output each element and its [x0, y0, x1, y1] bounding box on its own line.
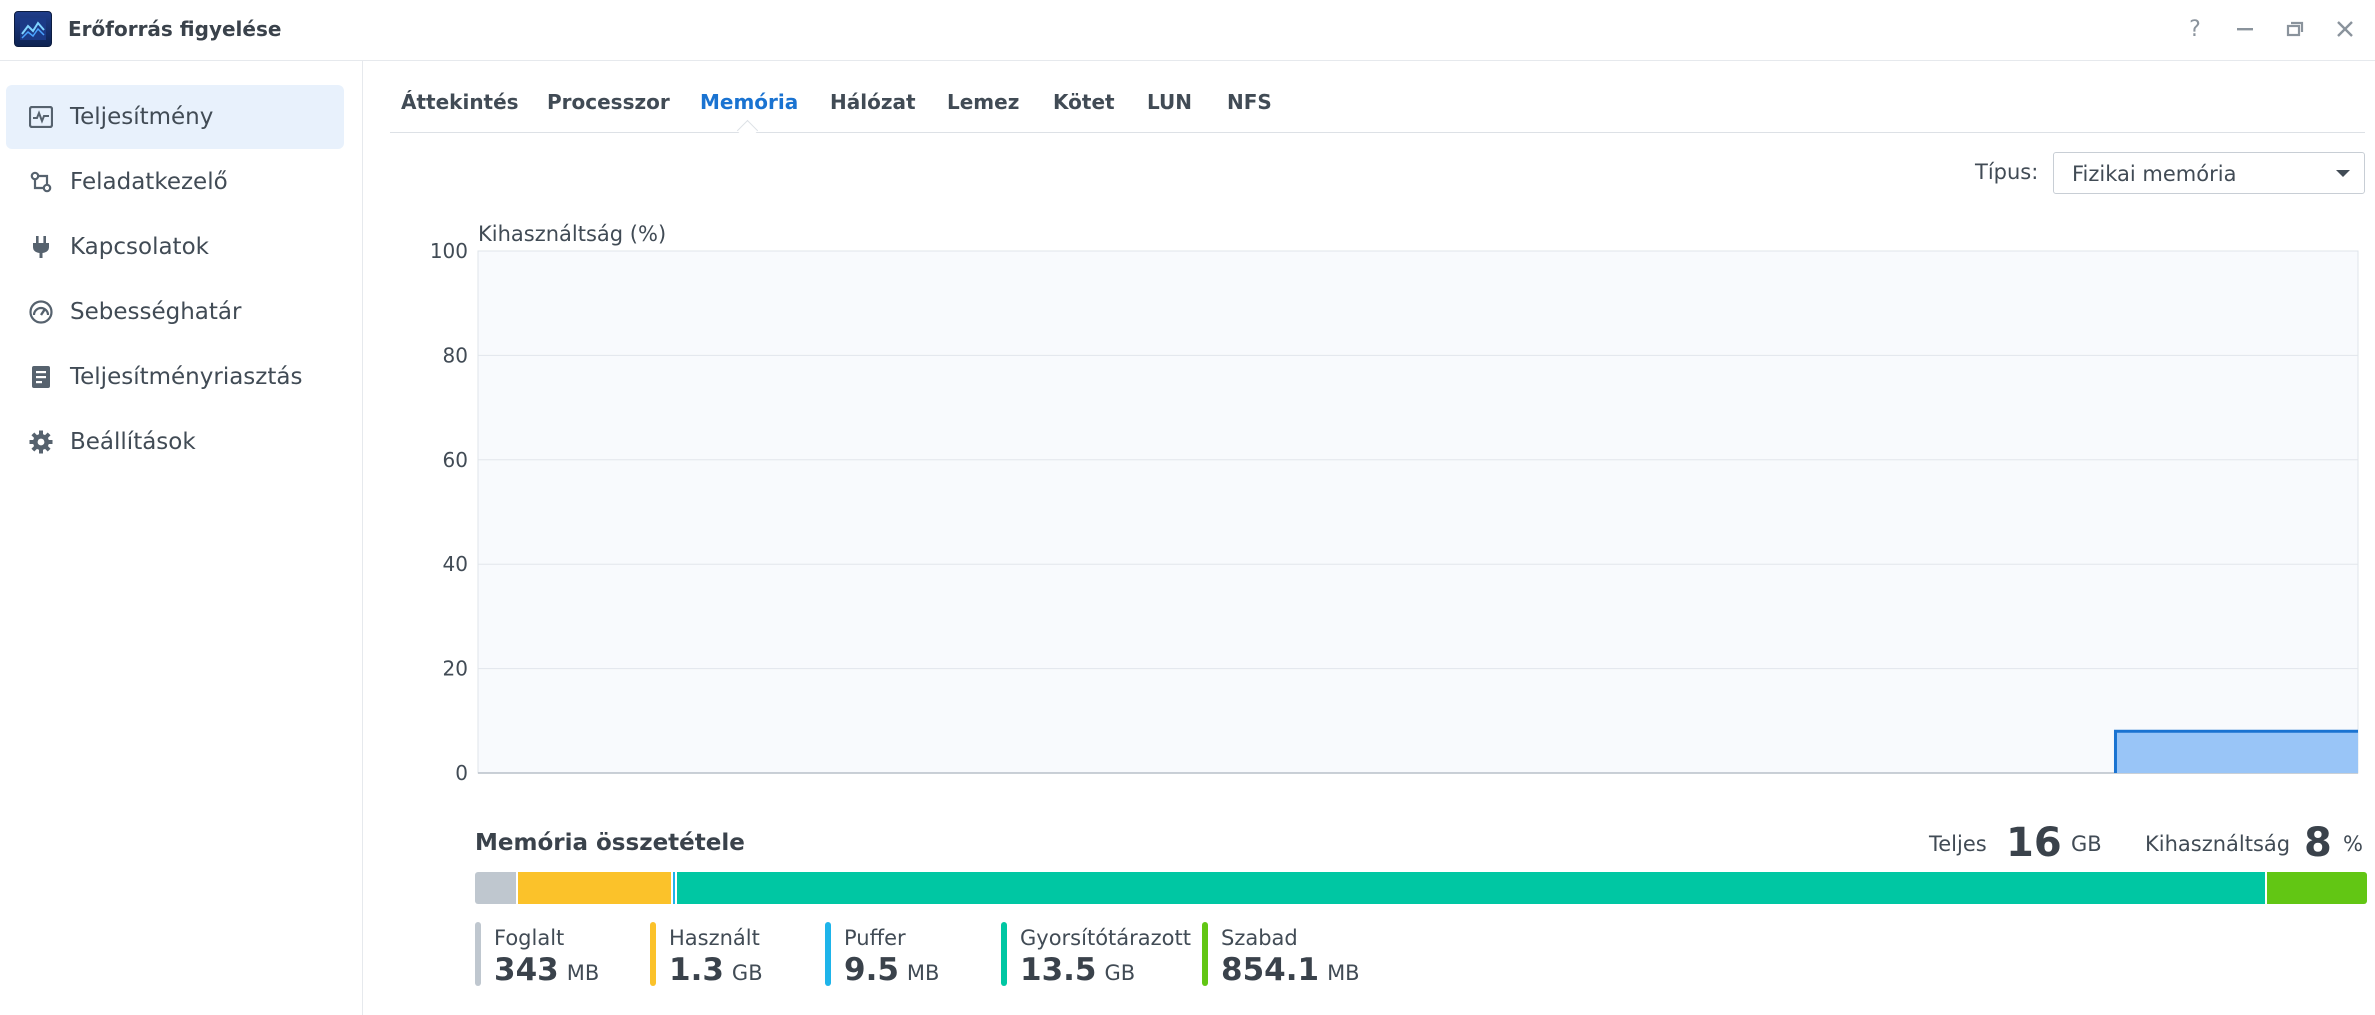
legend-name: Használt	[669, 926, 760, 950]
gear-icon	[28, 429, 54, 455]
series-area	[2115, 731, 2358, 773]
sidebar: Teljesítmény Feladatkezelő Kapcsolatok S…	[0, 61, 363, 1015]
total-label: Teljes	[1929, 832, 1987, 856]
composition-bar	[475, 872, 2367, 904]
legend-value-wrap: 9.5 MB	[844, 952, 939, 988]
help-icon[interactable]: ?	[2180, 14, 2210, 44]
type-label: Típus:	[1975, 160, 2039, 184]
y-tick-label: 80	[443, 343, 468, 367]
total-value: 16	[2006, 820, 2062, 866]
composition-segment-0	[475, 872, 519, 904]
tab-disk[interactable]: Lemez	[947, 90, 1019, 114]
sidebar-item-label: Sebességhatár	[70, 299, 242, 325]
tab-nfs[interactable]: NFS	[1227, 90, 1272, 114]
legend-unit: GB	[731, 961, 763, 985]
legend-swatch	[825, 922, 831, 986]
legend-value-wrap: 13.5 GB	[1020, 952, 1135, 988]
legend-name: Gyorsítótárazott	[1020, 926, 1191, 950]
sidebar-item-connections[interactable]: Kapcsolatok	[6, 215, 344, 279]
legend-value: 13.5	[1020, 952, 1097, 988]
y-tick-label: 40	[443, 552, 468, 576]
plot-background	[477, 250, 2359, 774]
window-title: Erőforrás figyelése	[68, 17, 282, 41]
tab-bar: Áttekintés Processzor Memória Hálózat Le…	[390, 62, 2365, 142]
sidebar-item-label: Teljesítményriasztás	[70, 364, 303, 390]
sidebar-item-label: Beállítások	[70, 429, 196, 455]
legend-unit: MB	[906, 961, 940, 985]
sidebar-item-label: Feladatkezelő	[70, 169, 228, 195]
total-unit: GB	[2071, 832, 2102, 856]
usage-value: 8	[2304, 820, 2332, 866]
y-tick-label: 20	[443, 657, 468, 681]
task-manager-icon	[28, 169, 54, 195]
legend-unit: GB	[1104, 961, 1136, 985]
tab-memory[interactable]: Memória	[700, 90, 798, 114]
performance-chart-icon	[28, 104, 54, 130]
legend-unit: MB	[566, 961, 600, 985]
tab-network[interactable]: Hálózat	[830, 90, 916, 114]
legend-name: Szabad	[1221, 926, 1298, 950]
composition-segment-3	[677, 872, 2268, 904]
legend-value-wrap: 1.3 GB	[669, 952, 763, 988]
legend-value: 9.5	[844, 952, 899, 988]
tab-overview[interactable]: Áttekintés	[401, 90, 519, 114]
legend-unit: MB	[1327, 961, 1360, 985]
sidebar-item-label: Kapcsolatok	[70, 234, 209, 260]
chevron-down-icon	[2336, 170, 2350, 177]
y-tick-label: 60	[443, 448, 468, 472]
y-axis-label: Kihasználtság (%)	[478, 222, 666, 246]
legend-value: 1.3	[669, 952, 724, 988]
legend-name: Puffer	[844, 926, 906, 950]
legend-swatch	[650, 922, 656, 986]
resource-monitor-app-icon	[14, 11, 52, 47]
composition-segment-1	[518, 872, 674, 904]
legend-value-wrap: 343 MB	[494, 952, 599, 988]
minimize-icon[interactable]	[2230, 14, 2260, 44]
title-bar: Erőforrás figyelése ?	[0, 0, 2375, 61]
legend-swatch	[1001, 922, 1007, 986]
y-tick-label: 0	[455, 761, 468, 785]
type-select[interactable]: Fizikai memória	[2053, 152, 2365, 194]
plug-icon	[28, 234, 54, 260]
usage-unit: %	[2343, 832, 2363, 856]
sidebar-item-settings[interactable]: Beállítások	[6, 410, 344, 474]
legend-name: Foglalt	[494, 926, 565, 950]
legend-value: 854.1	[1221, 952, 1320, 988]
sidebar-item-speed-limit[interactable]: Sebességhatár	[6, 280, 344, 344]
legend-value: 343	[494, 952, 559, 988]
memory-usage-chart-svg: Kihasználtság (%) 100 80 60 40 20 0	[430, 222, 2359, 785]
restore-icon[interactable]	[2280, 14, 2310, 44]
sidebar-item-performance-alert[interactable]: Teljesítményriasztás	[6, 345, 344, 409]
tab-lun[interactable]: LUN	[1147, 90, 1192, 114]
alert-report-icon	[28, 364, 54, 390]
speed-gauge-icon	[28, 299, 54, 325]
type-select-value: Fizikai memória	[2072, 162, 2237, 186]
sidebar-item-performance[interactable]: Teljesítmény	[6, 85, 344, 149]
tab-processor[interactable]: Processzor	[547, 90, 670, 114]
close-icon[interactable]	[2330, 14, 2360, 44]
composition-title: Memória összetétele	[475, 830, 745, 856]
sidebar-item-label: Teljesítmény	[70, 104, 214, 130]
active-tab-indicator	[736, 119, 759, 142]
tab-volume[interactable]: Kötet	[1053, 90, 1115, 114]
y-tick-label: 100	[430, 239, 468, 263]
legend-value-wrap: 854.1 MB	[1221, 952, 1360, 988]
memory-usage-chart: Kihasználtság (%) 100 80 60 40 20 0	[400, 215, 2365, 785]
legend-swatch	[1202, 922, 1208, 986]
composition-segment-4	[2267, 872, 2367, 904]
legend-swatch	[475, 922, 481, 986]
sidebar-item-task-manager[interactable]: Feladatkezelő	[6, 150, 344, 214]
usage-label: Kihasználtság	[2145, 832, 2291, 856]
